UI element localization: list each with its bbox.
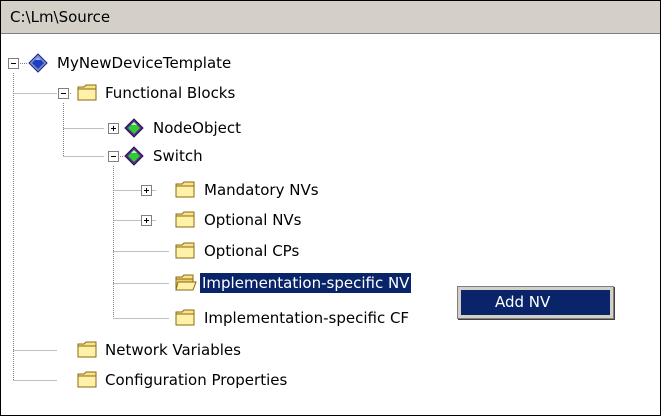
expand-toggle[interactable] [141, 215, 152, 226]
collapse-toggle[interactable] [8, 58, 19, 69]
tree-node-network-variables[interactable]: Network Variables [1, 336, 321, 364]
tree-node-label: NodeObject [153, 119, 242, 137]
folder-icon [175, 309, 195, 326]
tree-node-label: Implementation-specific CF [204, 309, 410, 327]
functional-block-diamond-green-icon [124, 146, 144, 166]
tree-node-label: Configuration Properties [105, 371, 288, 389]
expand-toggle[interactable] [141, 185, 152, 196]
tree-node-label: MyNewDeviceTemplate [57, 54, 232, 72]
folder-icon [77, 341, 97, 358]
tree-node-label: Optional NVs [204, 211, 302, 229]
tree-view[interactable]: MyNewDeviceTemplate Functional Blocks No… [1, 35, 660, 415]
path-header: C:\Lm\Source [1, 1, 660, 34]
folder-icon [77, 371, 97, 388]
tree-node-label: Implementation-specific NV [200, 273, 412, 293]
path-header-text: C:\Lm\Source [10, 8, 111, 26]
tree-node-implementation-specific-cf[interactable]: Implementation-specific CF [1, 304, 461, 332]
context-menu-item-label: Add NV [495, 293, 551, 311]
tree-node-mandatory-nvs[interactable]: Mandatory NVs [1, 176, 341, 204]
functional-block-diamond-green-icon [124, 118, 144, 138]
folder-icon [175, 211, 195, 228]
device-diamond-blue-icon [28, 53, 48, 73]
tree-node-configuration-properties[interactable]: Configuration Properties [1, 366, 361, 394]
folder-open-icon [175, 274, 197, 291]
tree-node-mynewdevicetemplate[interactable]: MyNewDeviceTemplate [1, 49, 321, 77]
context-menu: Add NV [457, 286, 614, 319]
tree-node-nodeobject[interactable]: NodeObject [1, 114, 321, 142]
context-menu-item-add-nv[interactable]: Add NV [461, 290, 610, 315]
tree-node-label: Mandatory NVs [204, 181, 319, 199]
tree-node-label: Network Variables [105, 341, 241, 359]
folder-icon [175, 242, 195, 259]
tree-node-label: Switch [153, 147, 203, 165]
tree-view-window: C:\Lm\Source MyNewDeviceTemplate Functio… [0, 0, 661, 416]
tree-node-optional-nvs[interactable]: Optional NVs [1, 206, 341, 234]
tree-node-label: Functional Blocks [105, 84, 236, 102]
folder-icon [77, 84, 97, 101]
expand-toggle[interactable] [108, 123, 119, 134]
tree-node-switch[interactable]: Switch [1, 142, 321, 170]
tree-node-optional-cps[interactable]: Optional CPs [1, 237, 341, 265]
folder-icon [175, 181, 195, 198]
collapse-toggle[interactable] [58, 88, 69, 99]
collapse-toggle[interactable] [108, 151, 119, 162]
tree-node-implementation-specific-nv[interactable]: Implementation-specific NV [1, 269, 481, 297]
tree-node-label: Optional CPs [204, 242, 300, 260]
tree-node-functional-blocks[interactable]: Functional Blocks [1, 79, 321, 107]
